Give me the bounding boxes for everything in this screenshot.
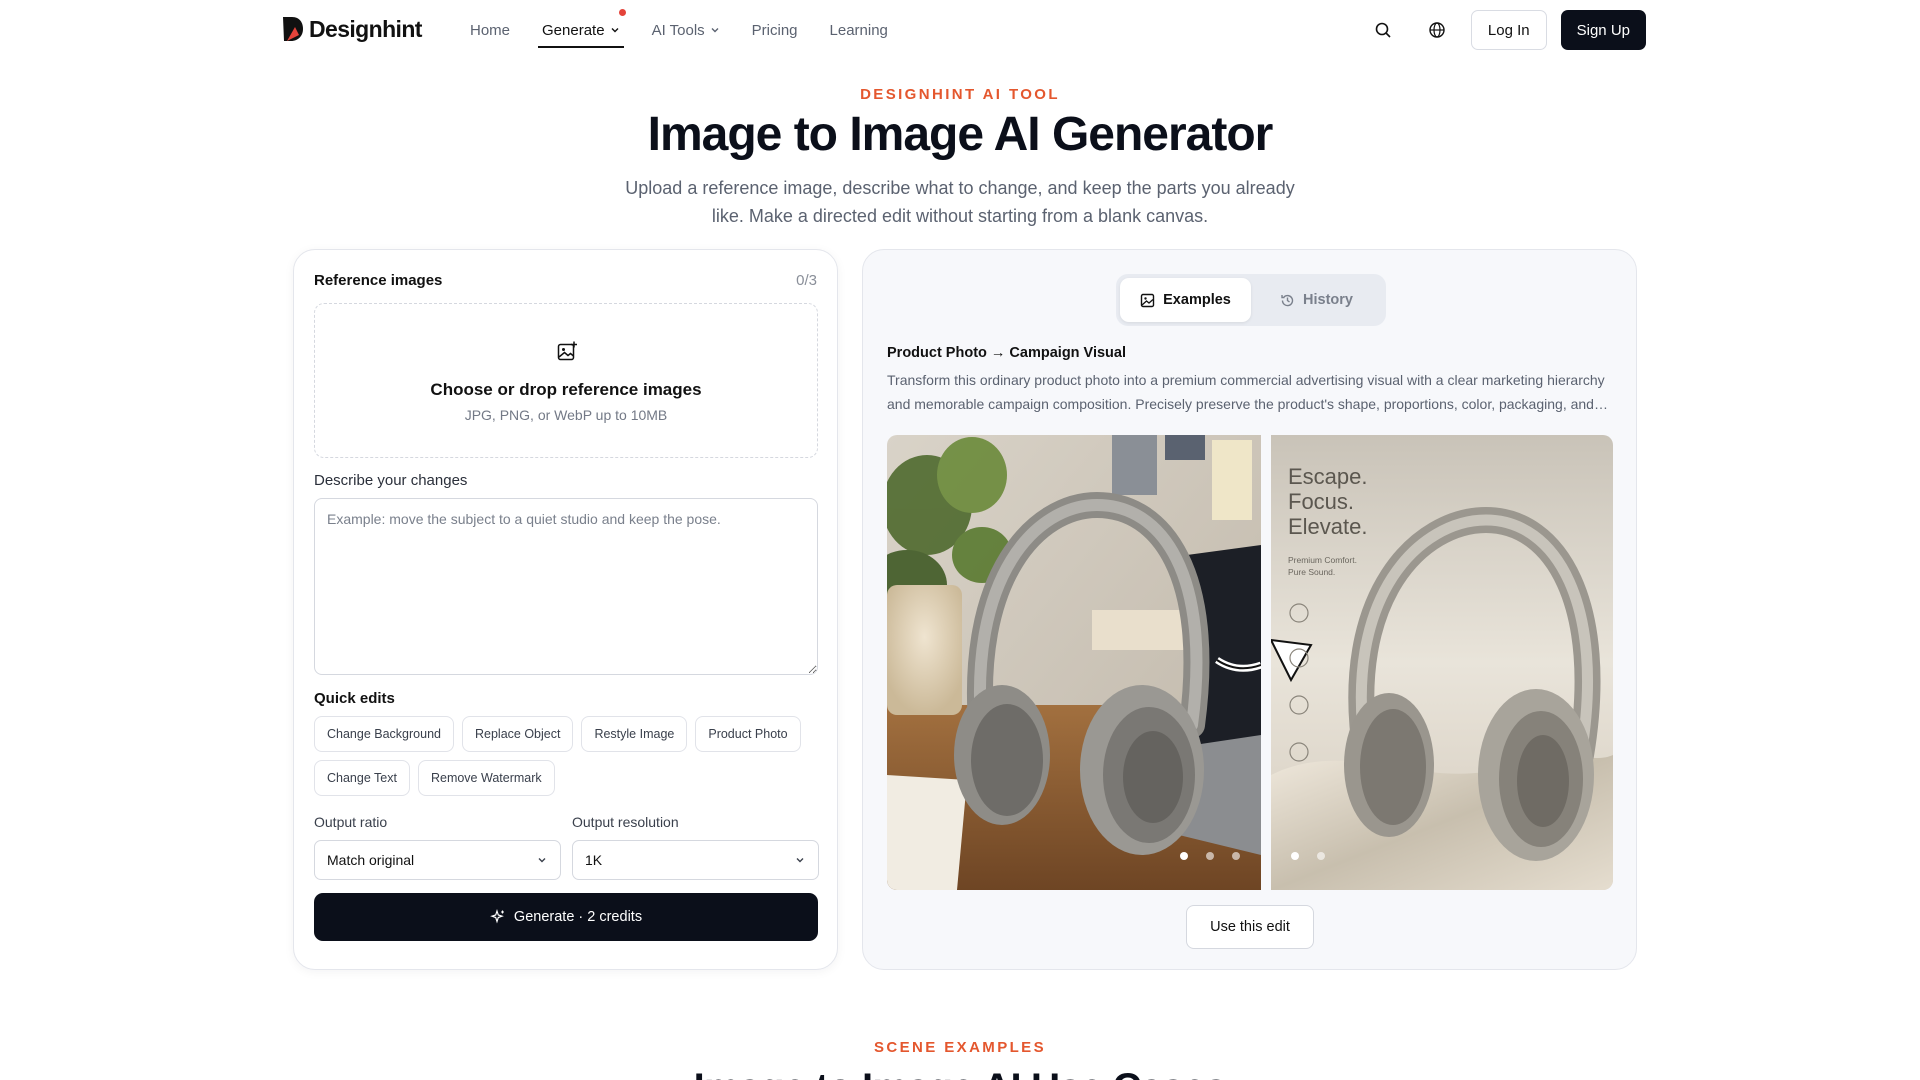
output-ratio-select[interactable]: Match original bbox=[314, 840, 561, 880]
tab-examples[interactable]: Examples bbox=[1120, 278, 1251, 322]
nav-learning-label: Learning bbox=[829, 21, 888, 39]
output-resolution-select[interactable]: 1K bbox=[572, 840, 819, 880]
generator-form: Reference images 0/3 Choose or drop refe… bbox=[293, 249, 838, 970]
carousel-dot[interactable] bbox=[1180, 852, 1188, 860]
brand-name: Designhint bbox=[309, 15, 422, 42]
example-after-image[interactable]: Escape. Focus. Elevate. Premium Comfort.… bbox=[1271, 435, 1613, 890]
carousel-dot[interactable] bbox=[1206, 852, 1214, 860]
output-resolution-value: 1K bbox=[585, 852, 603, 868]
carousel-dot[interactable] bbox=[1317, 852, 1325, 860]
image-divider bbox=[1261, 435, 1271, 890]
chevron-down-icon bbox=[538, 858, 546, 863]
image-plus-icon bbox=[557, 341, 577, 361]
nav-pricing[interactable]: Pricing bbox=[752, 0, 798, 60]
carousel-dot[interactable] bbox=[1291, 852, 1299, 860]
example-title: Product Photo → Campaign Visual bbox=[887, 345, 1127, 361]
tab-history-label: History bbox=[1303, 292, 1353, 308]
preview-tabs: Examples History bbox=[1116, 274, 1386, 326]
example-description: Transform this ordinary product photo in… bbox=[887, 372, 1608, 412]
nav-actions: Log In Sign Up bbox=[1363, 10, 1646, 50]
reference-images-label: Reference images bbox=[314, 272, 443, 289]
page-title: Image to Image AI Generator bbox=[647, 108, 1274, 161]
after-headline-3: Elevate. bbox=[1288, 514, 1368, 539]
nav-generate-label: Generate bbox=[542, 21, 605, 39]
chevron-down-icon bbox=[611, 28, 619, 33]
carousel-dot[interactable] bbox=[1232, 852, 1240, 860]
after-tagline-1: Premium Comfort. bbox=[1288, 555, 1357, 565]
search-icon bbox=[1375, 22, 1391, 38]
generate-label: Generate · 2 credits bbox=[513, 909, 643, 925]
describe-changes-input[interactable] bbox=[314, 498, 818, 675]
reference-dropzone[interactable]: Choose or drop reference images JPG, PNG… bbox=[314, 303, 818, 458]
sparkle-icon bbox=[490, 909, 504, 924]
dropzone-hint: JPG, PNG, or WebP up to 10MB bbox=[464, 407, 668, 423]
nav-learning[interactable]: Learning bbox=[830, 0, 888, 60]
use-this-edit-button[interactable]: Use this edit bbox=[1186, 905, 1314, 949]
example-comparison: Escape. Focus. Elevate. Premium Comfort.… bbox=[887, 435, 1613, 890]
section-title: Image to Image AI Use Cases bbox=[0, 1066, 1920, 1080]
chevron-down-icon bbox=[711, 28, 719, 33]
notification-dot bbox=[618, 9, 626, 16]
login-button[interactable]: Log In bbox=[1470, 10, 1547, 50]
quick-edit-replace-object[interactable]: Replace Object bbox=[461, 716, 574, 752]
search-button[interactable] bbox=[1363, 10, 1403, 50]
image-icon bbox=[1140, 293, 1155, 307]
quick-edit-restyle-image[interactable]: Restyle Image bbox=[581, 716, 688, 752]
output-ratio-label: Output ratio bbox=[314, 814, 388, 830]
dropzone-title: Choose or drop reference images bbox=[430, 380, 702, 399]
generate-button[interactable]: Generate · 2 credits bbox=[314, 893, 818, 941]
nav-ai-tools-label: AI Tools bbox=[651, 21, 705, 39]
before-carousel-dots bbox=[1180, 852, 1240, 860]
quick-edit-change-background[interactable]: Change Background bbox=[314, 716, 454, 752]
after-headline-1: Escape. bbox=[1288, 464, 1368, 489]
preview-panel: Examples History Product Photo → Campaig… bbox=[862, 249, 1637, 970]
after-tagline-2: Pure Sound. bbox=[1288, 567, 1335, 577]
globe-icon bbox=[1429, 22, 1445, 38]
output-ratio-value: Match original bbox=[327, 852, 415, 868]
hero-subtitle: Upload a reference image, describe what … bbox=[625, 178, 1295, 226]
language-button[interactable] bbox=[1417, 10, 1457, 50]
output-resolution-label: Output resolution bbox=[572, 814, 679, 830]
quick-edit-remove-watermark[interactable]: Remove Watermark bbox=[417, 760, 555, 796]
nav-generate[interactable]: Generate bbox=[538, 0, 626, 60]
chevron-down-icon bbox=[796, 858, 804, 863]
logo-mark-icon bbox=[283, 17, 303, 41]
nav-pricing-label: Pricing bbox=[751, 21, 798, 39]
main-nav: Home Generate AI Tools Pricing Learning bbox=[470, 0, 920, 60]
quick-edit-product-photo[interactable]: Product Photo bbox=[695, 716, 801, 752]
signup-button[interactable]: Sign Up bbox=[1560, 10, 1646, 50]
reference-images-count: 0/3 bbox=[796, 272, 817, 289]
hero-eyebrow: DESIGNHINT AI TOOL bbox=[860, 86, 1060, 103]
quick-edit-change-text[interactable]: Change Text bbox=[314, 760, 410, 796]
after-headline-2: Focus. bbox=[1288, 489, 1354, 514]
quick-edits-list: Change Background Replace Object Restyle… bbox=[314, 716, 824, 796]
brand-logo[interactable]: Designhint bbox=[281, 14, 422, 44]
nav-home[interactable]: Home bbox=[470, 0, 510, 60]
example-before-image[interactable] bbox=[887, 435, 1261, 890]
tab-examples-label: Examples bbox=[1163, 292, 1231, 308]
describe-label: Describe your changes bbox=[314, 472, 468, 489]
tab-history[interactable]: History bbox=[1251, 278, 1382, 322]
nav-ai-tools[interactable]: AI Tools bbox=[652, 0, 720, 60]
quick-edits-label: Quick edits bbox=[314, 690, 395, 707]
history-icon bbox=[1281, 294, 1294, 306]
section-eyebrow: SCENE EXAMPLES bbox=[874, 1039, 1046, 1056]
top-nav: Designhint Home Generate AI Tools Pricin… bbox=[0, 0, 1920, 60]
nav-home-label: Home bbox=[470, 21, 511, 39]
after-carousel-dots bbox=[1291, 852, 1325, 860]
